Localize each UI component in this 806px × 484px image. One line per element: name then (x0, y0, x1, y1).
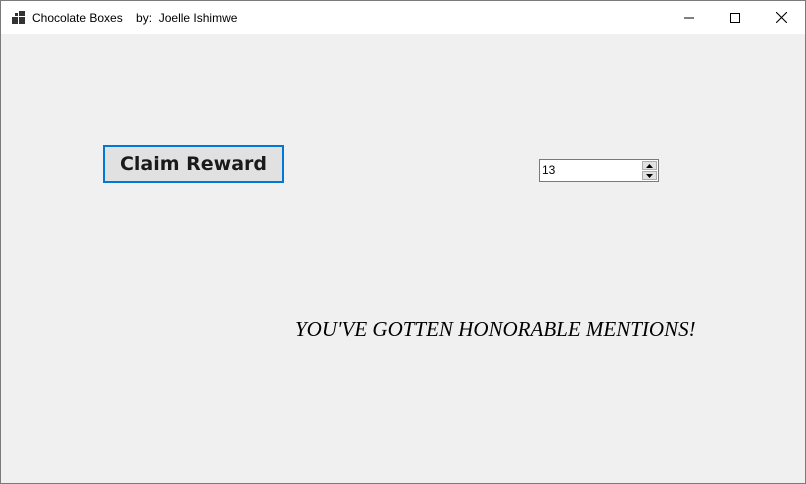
spinner-buttons (642, 161, 657, 180)
form-client-area: Claim Reward 13 YOU'VE GOTTEN HONORABLE … (1, 34, 805, 483)
minimize-button[interactable] (666, 1, 712, 34)
title-bar[interactable]: Chocolate Boxes by: Joelle Ishimwe (1, 1, 805, 34)
claim-reward-button[interactable]: Claim Reward (103, 145, 284, 183)
app-icon (12, 11, 25, 24)
minimize-icon (684, 17, 694, 18)
spinner-value[interactable]: 13 (542, 163, 555, 178)
spinner-down-button[interactable] (642, 171, 657, 180)
app-window: Chocolate Boxes by: Joelle Ishimwe Claim… (0, 0, 806, 484)
window-title: Chocolate Boxes by: Joelle Ishimwe (32, 11, 238, 25)
result-message: YOU'VE GOTTEN HONORABLE MENTIONS! (295, 317, 696, 341)
spinner-up-button[interactable] (642, 161, 657, 170)
chevron-up-icon (646, 163, 653, 168)
maximize-icon (730, 12, 740, 23)
chevron-down-icon (646, 173, 653, 178)
number-spinner[interactable]: 13 (539, 159, 659, 182)
close-button[interactable] (758, 1, 804, 34)
claim-reward-label: Claim Reward (119, 153, 268, 175)
maximize-button[interactable] (712, 1, 758, 34)
close-icon (775, 12, 787, 23)
